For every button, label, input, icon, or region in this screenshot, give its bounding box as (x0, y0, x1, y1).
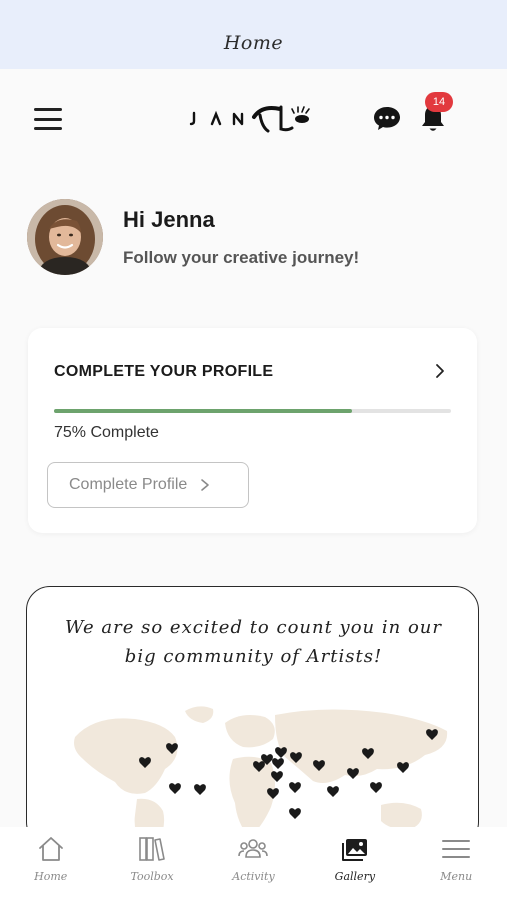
complete-profile-card[interactable]: COMPLETE YOUR PROFILE 75% Complete Compl… (28, 328, 477, 533)
app-header: 14 (0, 69, 507, 169)
screen-title: Home (223, 32, 284, 54)
status-bar: Home (0, 0, 507, 69)
nav-label-menu: Menu (440, 870, 473, 883)
chevron-right-icon[interactable] (432, 362, 448, 380)
profile-progress-fill (54, 409, 352, 413)
notification-badge: 14 (425, 92, 453, 112)
nav-label-gallery: Gallery (334, 870, 376, 883)
nav-item-activity[interactable]: Activity (203, 827, 304, 900)
profile-progress-text: 75% Complete (54, 424, 159, 441)
nav-item-gallery[interactable]: Gallery (304, 827, 405, 900)
hamburger-menu-icon[interactable] (34, 108, 62, 130)
complete-profile-button[interactable]: Complete Profile (47, 462, 249, 508)
nav-item-menu[interactable]: Menu (406, 827, 507, 900)
gallery-icon (341, 839, 367, 861)
nav-label-toolbox: Toolbox (130, 870, 174, 883)
nav-item-home[interactable]: Home (0, 827, 101, 900)
community-message-line2: big community of Artists! (124, 646, 383, 667)
profile-progress-track (54, 409, 451, 413)
community-card: We are so excited to count you in our bi… (26, 586, 479, 846)
nav-label-home: Home (34, 870, 68, 883)
nav-item-toolbox[interactable]: Toolbox (101, 827, 202, 900)
greeting-section: Hi Jenna Follow your creative journey! (27, 199, 487, 279)
community-message: We are so excited to count you in our bi… (27, 613, 478, 671)
bottom-navigation: Home Toolbox Activity Gallery Menu (0, 827, 507, 900)
world-map (74, 706, 448, 845)
community-message-line1: We are so excited to count you in our (65, 617, 442, 638)
avatar[interactable] (27, 199, 103, 275)
greeting-title: Hi Jenna (123, 207, 215, 232)
people-icon (238, 839, 269, 858)
profile-card-title: COMPLETE YOUR PROFILE (54, 363, 274, 380)
home-icon (38, 837, 63, 861)
greeting-subtitle: Follow your creative journey! (123, 248, 360, 267)
nav-label-activity: Activity (232, 870, 275, 883)
avatar-photo (27, 199, 103, 275)
app-logo (189, 105, 310, 133)
menu-icon (442, 840, 471, 858)
chat-icon[interactable] (372, 104, 402, 132)
chevron-right-icon (201, 479, 210, 491)
books-icon (139, 837, 165, 861)
complete-profile-button-label: Complete Profile (69, 476, 188, 493)
